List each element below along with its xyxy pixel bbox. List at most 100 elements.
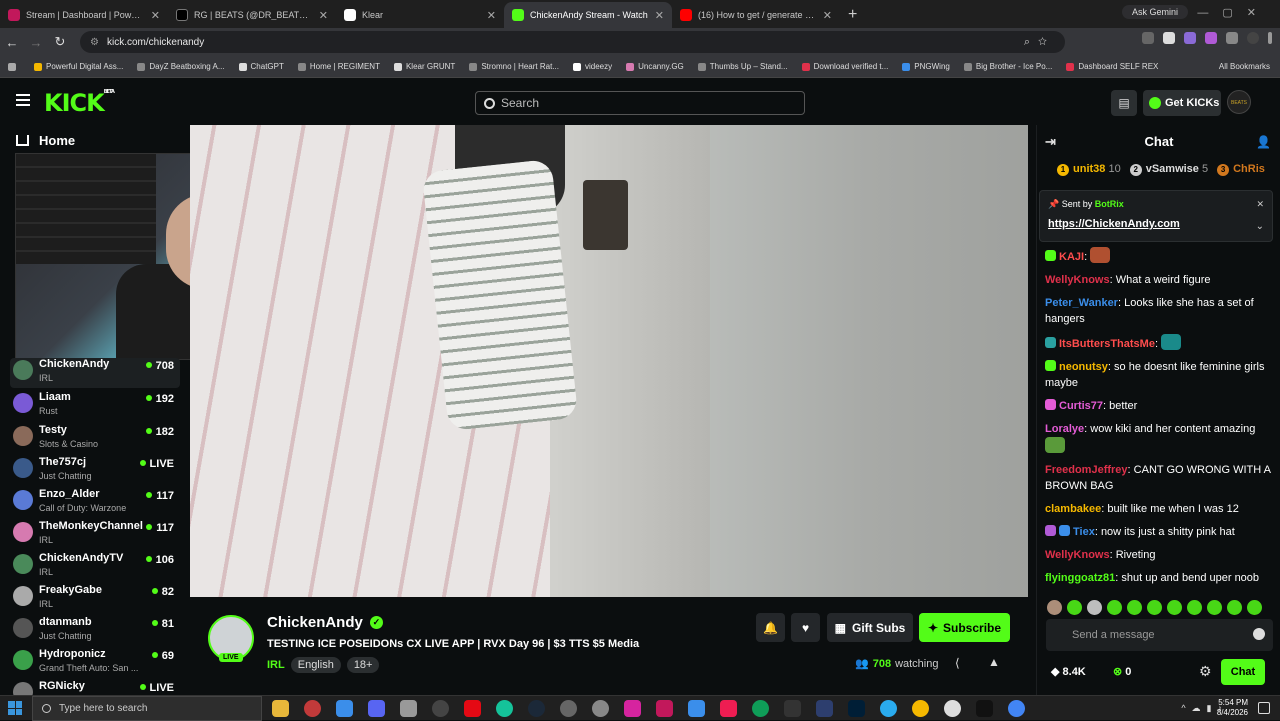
leaderboard-entry[interactable]: 1 unit38 10	[1057, 163, 1121, 176]
menu-icon[interactable]	[16, 94, 30, 106]
video-player[interactable]	[190, 125, 1028, 597]
profile-icon[interactable]	[1247, 32, 1259, 44]
chat-input[interactable]: Send a message	[1046, 619, 1273, 651]
close-tab-icon[interactable]: ✕	[319, 9, 328, 22]
steam-icon[interactable]	[528, 700, 545, 717]
taskbar-app-icon[interactable]	[944, 700, 961, 717]
pinned-link[interactable]: https://ChickenAndy.com	[1048, 218, 1180, 230]
kicks-balance[interactable]: ◆ 8.4K	[1051, 665, 1086, 678]
file-explorer-icon[interactable]	[272, 700, 289, 717]
bookmark-item[interactable]: Dashboard SELF REX	[1066, 62, 1158, 71]
search-input[interactable]: Search	[475, 91, 805, 115]
emote-icon[interactable]	[1127, 600, 1142, 615]
bookmark-item[interactable]: Stromno | Heart Rat...	[469, 62, 559, 71]
browser-tab[interactable]: (16) How to get / generate a sp ✕	[672, 2, 840, 28]
taskbar-app-icon[interactable]	[912, 700, 929, 717]
browser-tab[interactable]: Klear ✕	[336, 2, 504, 28]
send-chat-button[interactable]: Chat	[1221, 659, 1265, 685]
tag-pill[interactable]: English	[290, 657, 341, 673]
close-tab-icon[interactable]: ✕	[823, 9, 832, 22]
channel-points[interactable]: ⊗ 0	[1113, 665, 1131, 678]
taskbar-app-icon[interactable]	[464, 700, 481, 717]
taskbar-app-icon[interactable]	[304, 700, 321, 717]
taskbar-app-icon[interactable]	[560, 700, 577, 717]
extension-icon[interactable]	[1163, 32, 1175, 44]
emote-icon[interactable]	[1247, 600, 1262, 615]
follow-heart-button[interactable]: ♥	[791, 613, 820, 642]
emote-icon[interactable]	[1207, 600, 1222, 615]
apps-icon[interactable]	[8, 62, 20, 71]
taskbar-clock[interactable]: 5:54 PM 8/4/2026	[1217, 698, 1248, 718]
subscribe-button[interactable]: ✦ Subscribe	[919, 613, 1010, 642]
report-icon[interactable]: ▲	[988, 655, 1000, 669]
sidebar-channel[interactable]: ChickenAndy IRL 708	[10, 358, 180, 388]
taskbar-app-icon[interactable]	[816, 700, 833, 717]
sidebar-channel[interactable]: The757cj Just Chatting LIVE	[10, 456, 180, 486]
user-avatar[interactable]: BEATS	[1227, 90, 1251, 114]
taskbar-search-input[interactable]: Type here to search	[32, 696, 262, 721]
windows-start-icon[interactable]	[8, 701, 22, 715]
bookmark-item[interactable]: Powerful Digital Ass...	[34, 62, 123, 71]
kick-logo[interactable]: KICKBETA	[44, 89, 115, 117]
gift-subs-button[interactable]: ▦ Gift Subs	[827, 613, 913, 642]
bookmark-item[interactable]: Download verified t...	[801, 62, 888, 71]
emoji-icon[interactable]	[1253, 628, 1265, 640]
notification-bell-button[interactable]: 🔔	[756, 613, 785, 642]
emote-icon[interactable]	[1187, 600, 1202, 615]
bookmark-item[interactable]: Big Brother - Ice Po...	[963, 62, 1052, 71]
bookmark-star-icon[interactable]: ⌕☆	[1024, 36, 1055, 49]
taskbar-app-icon[interactable]	[496, 700, 513, 717]
browser-tab[interactable]: RG | BEATS (@DR_BEATS_KICK)✕	[168, 2, 336, 28]
channel-name[interactable]: ChickenAndy ✓	[267, 614, 383, 631]
get-kicks-button[interactable]: Get KICKs	[1143, 90, 1221, 116]
bookmark-item[interactable]: Thumbs Up – Stand...	[697, 62, 788, 71]
menu-icon[interactable]	[1268, 32, 1272, 44]
browser-tab[interactable]: Stream | Dashboard | PowerIRL ✕	[0, 2, 168, 28]
url-field[interactable]: ⚙ kick.com/chickenandy ⌕☆	[80, 31, 1065, 53]
tiktok-icon[interactable]	[976, 700, 993, 717]
taskbar-app-icon[interactable]	[592, 700, 609, 717]
extension-icon[interactable]	[1142, 32, 1154, 44]
sidebar-channel[interactable]: TheMonkeyChannel IRL 117	[10, 520, 180, 550]
sidebar-item-home[interactable]: Home	[16, 133, 75, 148]
sidebar-channel[interactable]: Enzo_Alder Call of Duty: Warzone 117	[10, 488, 180, 518]
emote-icon[interactable]	[1167, 600, 1182, 615]
chat-settings-icon[interactable]: ⚙	[1199, 663, 1212, 680]
sidebar-channel[interactable]: dtanmanb Just Chatting 81	[10, 616, 180, 646]
leaderboard-entry[interactable]: 2 vSamwise 5	[1129, 163, 1208, 176]
library-icon[interactable]: ▤	[1111, 90, 1137, 116]
emote-icon[interactable]	[1147, 600, 1162, 615]
telegram-icon[interactable]	[880, 700, 897, 717]
extension-icon[interactable]	[1184, 32, 1196, 44]
window-controls[interactable]: —▢✕	[1197, 6, 1270, 19]
taskbar-app-icon[interactable]	[656, 700, 673, 717]
close-tab-icon[interactable]: ✕	[655, 9, 664, 22]
notifications-icon[interactable]	[1258, 702, 1270, 714]
bookmark-item[interactable]: ChatGPT	[238, 62, 284, 71]
new-tab-button[interactable]: +	[840, 2, 865, 28]
extension-icon[interactable]	[1205, 32, 1217, 44]
emote-icon[interactable]	[1087, 600, 1102, 615]
bookmark-item[interactable]: videezy	[572, 62, 612, 71]
taskbar-app-icon[interactable]	[688, 700, 705, 717]
back-icon[interactable]: ←	[0, 35, 24, 50]
share-icon[interactable]: ⟨	[955, 656, 960, 670]
sidebar-channel[interactable]: FreakyGabe IRL 82	[10, 584, 180, 614]
sidebar-channel[interactable]: ChickenAndyTV IRL 106	[10, 552, 180, 582]
taskbar-app-icon[interactable]	[432, 700, 449, 717]
close-tab-icon[interactable]: ✕	[487, 9, 496, 22]
emote-icon[interactable]	[1227, 600, 1242, 615]
puzzle-icon[interactable]	[1226, 32, 1238, 44]
sidebar-channel[interactable]: Liaam Rust 192	[10, 391, 180, 421]
emote-icon[interactable]	[1067, 600, 1082, 615]
forward-icon[interactable]: →	[24, 35, 48, 50]
chat-users-icon[interactable]: 👤	[1256, 125, 1271, 159]
taskbar-app-icon[interactable]	[336, 700, 353, 717]
instagram-icon[interactable]	[624, 700, 641, 717]
bookmark-item[interactable]: Home | REGIMENT	[297, 62, 380, 71]
taskbar-app-icon[interactable]	[368, 700, 385, 717]
category-link[interactable]: IRL	[267, 659, 285, 671]
collapse-chat-icon[interactable]: ⇥	[1045, 125, 1056, 159]
sidebar-channel[interactable]: Testy Slots & Casino 182	[10, 424, 180, 454]
chrome-icon[interactable]	[1008, 700, 1025, 717]
